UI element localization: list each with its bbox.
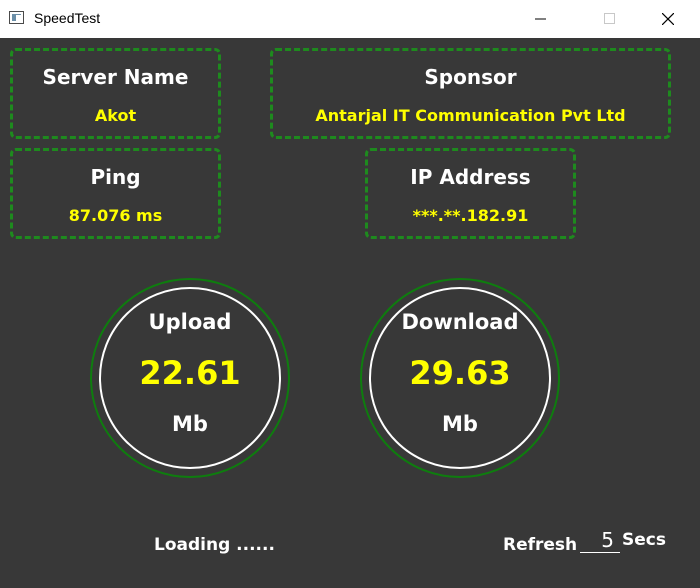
ping-value: 87.076 ms — [68, 206, 163, 225]
refresh-label: Refresh — [503, 535, 578, 555]
speedtest-window: SpeedTest Server Name Akot Sponsor Antar… — [0, 0, 700, 588]
server-name-label: Server Name — [42, 65, 189, 89]
refresh-interval-input[interactable] — [580, 527, 620, 553]
close-icon — [662, 13, 674, 25]
sponsor-box: Sponsor Antarjal IT Communication Pvt Lt… — [270, 48, 671, 139]
secs-label: Secs — [622, 530, 666, 550]
download-gauge: Download 29.63 Mb — [360, 278, 560, 478]
sponsor-label: Sponsor — [424, 65, 517, 89]
upload-value: 22.61 — [139, 354, 241, 392]
server-name-box: Server Name Akot — [10, 48, 221, 139]
ip-address-box: IP Address ***.**.182.91 — [365, 148, 576, 239]
ping-box: Ping 87.076 ms — [10, 148, 221, 239]
maximize-icon — [604, 13, 615, 24]
ping-label: Ping — [90, 165, 141, 189]
minimize-button[interactable] — [518, 0, 564, 38]
download-unit: Mb — [442, 412, 478, 436]
ip-address-value: ***.**.182.91 — [412, 206, 529, 225]
upload-unit: Mb — [172, 412, 208, 436]
server-name-value: Akot — [94, 106, 137, 125]
sponsor-value: Antarjal IT Communication Pvt Ltd — [315, 106, 626, 125]
window-title: SpeedTest — [34, 10, 101, 26]
upload-gauge: Upload 22.61 Mb — [90, 278, 290, 478]
minimize-icon — [535, 18, 546, 20]
maximize-button[interactable] — [587, 0, 633, 38]
ip-address-label: IP Address — [410, 165, 531, 189]
close-button[interactable] — [645, 0, 691, 38]
status-text: Loading ...... — [154, 535, 275, 555]
app-window-icon — [9, 11, 24, 24]
title-bar: SpeedTest — [0, 0, 700, 38]
download-label: Download — [401, 310, 519, 334]
upload-label: Upload — [148, 310, 232, 334]
download-value: 29.63 — [409, 354, 511, 392]
